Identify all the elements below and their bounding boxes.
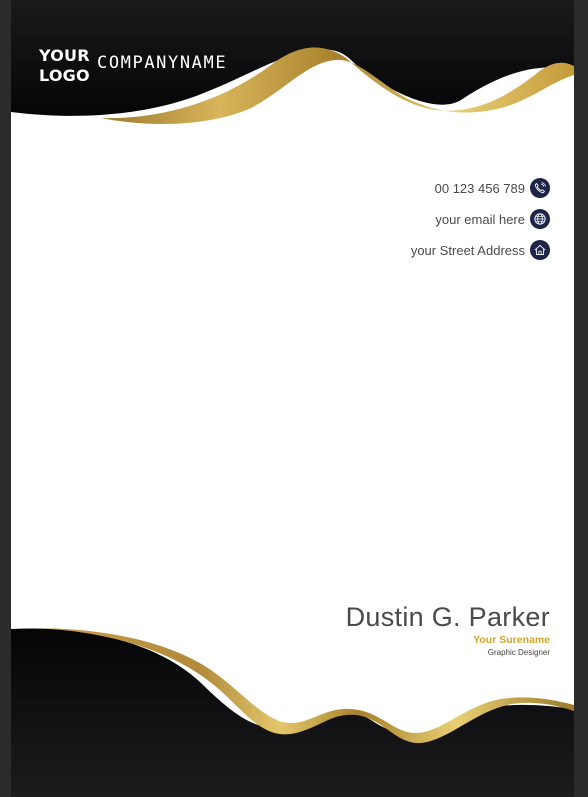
contact-address: your Street Address [411, 239, 550, 261]
company-logo: YOUR LOGO [39, 46, 90, 86]
logo-line-1: YOUR [39, 46, 90, 65]
company-name: COMPANYNAME [97, 53, 228, 73]
header-wave-decoration [11, 0, 574, 124]
email-text: your email here [435, 211, 525, 227]
contact-phone: 00 123 456 789 [411, 177, 550, 199]
contact-email: your email here [411, 208, 550, 230]
logo-line-2: LOGO [39, 66, 90, 85]
home-icon [530, 240, 550, 260]
footer-wave-decoration [11, 628, 574, 797]
letterhead-page: YOUR LOGO COMPANYNAME 00 123 456 789 you… [11, 0, 574, 797]
contact-block: 00 123 456 789 your email here your Stre… [411, 177, 550, 270]
address-text: your Street Address [410, 242, 525, 258]
globe-icon [530, 209, 550, 229]
phone-text: 00 123 456 789 [434, 180, 525, 196]
phone-icon [530, 178, 550, 198]
